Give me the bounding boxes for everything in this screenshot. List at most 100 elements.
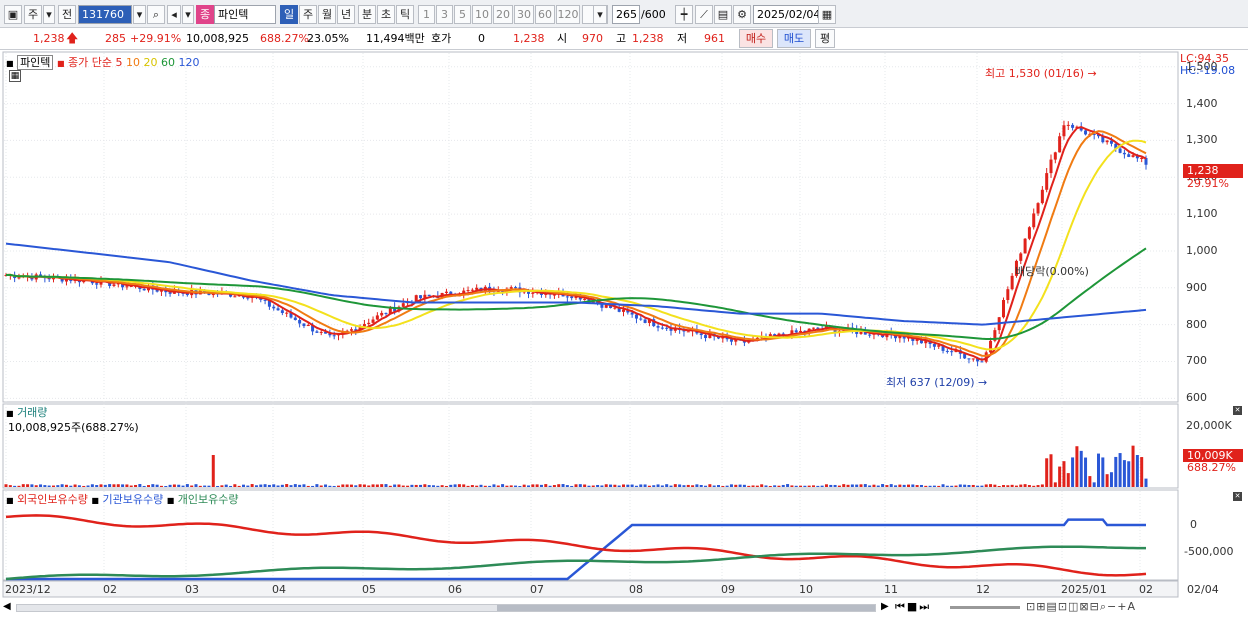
volume-bar bbox=[790, 485, 794, 487]
candle-body bbox=[375, 315, 379, 320]
legend-individual[interactable]: 개인보유수량 bbox=[178, 493, 239, 506]
legend-bullet-icon: ■ bbox=[56, 59, 65, 68]
calendar-icon[interactable]: ▦ bbox=[818, 5, 836, 24]
stock-name-field[interactable]: 파인텍 bbox=[214, 5, 276, 24]
volume-bar bbox=[354, 485, 358, 487]
legend-ma-label[interactable]: 종가 단순 bbox=[68, 56, 112, 69]
period-day[interactable]: 일 bbox=[280, 5, 298, 24]
candle-body bbox=[639, 318, 643, 320]
playback-controls[interactable]: ⏮■⏭ bbox=[895, 600, 931, 614]
volume-bar bbox=[587, 485, 591, 487]
volume-bar bbox=[833, 484, 837, 487]
close-icon[interactable]: ✕ bbox=[1233, 406, 1242, 415]
holding-legend: ■ 외국인보유수량 ■ 기관보유수량 ■ 개인보유수량 bbox=[6, 491, 239, 507]
interval-120[interactable]: 120 bbox=[556, 5, 580, 24]
volume-bar bbox=[384, 484, 388, 487]
interval-20[interactable]: 20 bbox=[493, 5, 513, 24]
volume-title[interactable]: 거래량 bbox=[17, 406, 47, 419]
legend-bullet-icon: ■ bbox=[6, 409, 14, 418]
volume-bar bbox=[622, 484, 625, 487]
volume-bar bbox=[501, 484, 505, 487]
period-tick[interactable]: 틱 bbox=[396, 5, 414, 24]
legend-institution[interactable]: 기관보유수량 bbox=[102, 493, 163, 506]
gear-icon[interactable]: ⚙ bbox=[733, 5, 751, 24]
x-tick-label: 04 bbox=[272, 583, 286, 596]
volume-bar bbox=[34, 485, 38, 487]
chevron-down-icon[interactable]: ▾ bbox=[43, 5, 55, 24]
period-minute[interactable]: 분 bbox=[358, 5, 376, 24]
annotation-low: 최저 637 (12/09) → bbox=[886, 374, 987, 390]
buy-button[interactable]: 매수 bbox=[739, 29, 773, 48]
candle-body bbox=[665, 327, 669, 329]
volume-bar bbox=[276, 485, 280, 487]
volume-bar bbox=[1122, 460, 1126, 487]
chevron-down-icon[interactable]: ▾ bbox=[593, 5, 607, 24]
quote-bar: 1,238 🡅 285 +29.91% 10,008,925 688.27% 2… bbox=[0, 28, 1248, 50]
interval-3[interactable]: 3 bbox=[436, 5, 453, 24]
zoom-slider[interactable] bbox=[950, 606, 1020, 609]
date-input[interactable]: 2025/02/04 bbox=[753, 5, 820, 24]
legend-bullet-icon: ■ bbox=[91, 496, 99, 505]
period-year[interactable]: 년 bbox=[337, 5, 355, 24]
scroll-right-icon[interactable]: ▶ bbox=[881, 601, 889, 612]
horizontal-scrollbar[interactable] bbox=[16, 604, 876, 612]
volume-bar bbox=[630, 484, 634, 487]
volume-bar bbox=[557, 484, 561, 487]
scroll-left-icon[interactable]: ◀ bbox=[3, 601, 13, 615]
volume-bar bbox=[103, 484, 107, 487]
legend-stock-name[interactable]: 파인텍 bbox=[17, 55, 54, 70]
count-input[interactable]: 265 bbox=[612, 5, 640, 24]
candle-body bbox=[298, 320, 302, 324]
volume-bar bbox=[194, 484, 198, 487]
chart-canvas[interactable] bbox=[0, 50, 1248, 621]
volume-bar bbox=[159, 485, 163, 487]
chart-tool-icons[interactable]: ⊡⊞▤⊡◫⊠⊟⌕−+A bbox=[1026, 600, 1136, 614]
prev-button[interactable]: 전 bbox=[58, 5, 76, 24]
x-tick-label: 2025/01 bbox=[1061, 583, 1107, 596]
code-dropdown-icon[interactable]: ▾ bbox=[133, 5, 146, 24]
save-icon[interactable]: ▤ bbox=[714, 5, 732, 24]
candle-body bbox=[1049, 159, 1053, 174]
volume-bar bbox=[544, 484, 548, 487]
legend-foreign[interactable]: 외국인보유수량 bbox=[17, 493, 88, 506]
chart-area[interactable]: ■ 파인텍 ■ 종가 단순 5 10 20 60 120 ▦ LC:94.35 … bbox=[0, 50, 1248, 621]
volume-bar bbox=[457, 484, 461, 487]
close-icon[interactable]: ✕ bbox=[1233, 492, 1242, 501]
speaker-icon[interactable]: ◂ bbox=[167, 5, 181, 24]
volume-bar bbox=[328, 485, 332, 487]
volume-bar bbox=[617, 485, 621, 487]
volume-bar bbox=[527, 485, 530, 487]
top-toolbar: ▣ 주 ▾ 전 131760 ▾ ⌕ ◂ ▾ 종 파인텍 일 주 월 년 분 초… bbox=[0, 0, 1248, 28]
volume-bar bbox=[289, 485, 293, 487]
stock-code-input[interactable]: 131760 bbox=[78, 5, 132, 24]
interval-30[interactable]: 30 bbox=[514, 5, 534, 24]
eval-button[interactable]: 평 bbox=[815, 29, 835, 48]
volume-bar bbox=[794, 485, 798, 487]
sell-button[interactable]: 매도 bbox=[777, 29, 811, 48]
volume-bar bbox=[488, 485, 492, 487]
volume-bar bbox=[375, 484, 379, 487]
interval-1[interactable]: 1 bbox=[418, 5, 435, 24]
interval-5[interactable]: 5 bbox=[454, 5, 471, 24]
table-icon[interactable]: ▦ bbox=[9, 70, 21, 82]
volume-bar bbox=[656, 484, 660, 487]
period-second[interactable]: 초 bbox=[377, 5, 395, 24]
candle-body bbox=[989, 340, 993, 353]
window-layout-icon[interactable]: ▣ bbox=[4, 5, 22, 24]
period-month[interactable]: 월 bbox=[318, 5, 336, 24]
volume-value-label: 10,008,925주(688.27%) bbox=[8, 421, 139, 434]
period-week[interactable]: 주 bbox=[299, 5, 317, 24]
chevron-down-icon[interactable]: ▾ bbox=[182, 5, 194, 24]
volume-bar bbox=[151, 484, 155, 487]
search-icon[interactable]: ⌕ bbox=[147, 5, 165, 24]
volume-bar bbox=[816, 485, 820, 487]
market-select[interactable]: 주 bbox=[24, 5, 42, 24]
interval-10[interactable]: 10 bbox=[472, 5, 492, 24]
candle-body bbox=[1058, 136, 1062, 153]
scrollbar-thumb[interactable] bbox=[497, 605, 875, 611]
volume-bar bbox=[967, 485, 971, 487]
candle-icon[interactable]: ┿ bbox=[675, 5, 693, 24]
hoga-value: 0 bbox=[478, 32, 485, 45]
interval-60[interactable]: 60 bbox=[535, 5, 555, 24]
draw-line-icon[interactable]: ⟋ bbox=[695, 5, 713, 24]
